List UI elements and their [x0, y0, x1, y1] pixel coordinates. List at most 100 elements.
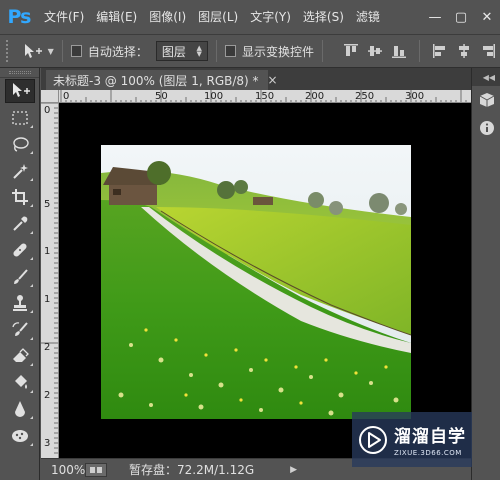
eraser-icon — [13, 348, 29, 363]
paint-bucket-tool[interactable] — [0, 370, 40, 397]
divider — [322, 40, 324, 62]
tools-panel — [0, 68, 40, 480]
window-controls: — ▢ ✕ — [422, 0, 500, 34]
healing-brush-tool[interactable] — [0, 237, 40, 264]
ruler-label: 0 — [44, 105, 50, 116]
rectangular-marquee-icon — [12, 111, 28, 125]
options-bar-grip[interactable] — [6, 40, 12, 62]
eraser-tool[interactable] — [0, 343, 40, 370]
menu-image[interactable]: 图像(I) — [143, 0, 192, 34]
document-info-icon[interactable] — [85, 462, 107, 477]
blur-tool[interactable] — [0, 396, 40, 423]
divider — [61, 40, 63, 62]
chevron-down-icon: ▼ — [47, 46, 54, 56]
sponge-tool[interactable] — [0, 423, 40, 450]
align-right-icon[interactable] — [478, 41, 498, 61]
right-panel-dock: ◀◀ — [471, 68, 500, 480]
sponge-icon — [12, 429, 28, 442]
brush-icon — [14, 269, 28, 284]
site-watermark: 溜溜自学 ZIXUE.3D66.COM — [352, 412, 472, 467]
cube-icon[interactable] — [472, 86, 500, 114]
eyedropper-icon — [13, 216, 28, 231]
ruler-label: 2 — [44, 342, 50, 353]
ruler-label: 300 — [405, 91, 424, 102]
magic-wand-tool[interactable] — [0, 158, 40, 185]
align-bottom-icon[interactable] — [389, 41, 409, 61]
clone-stamp-tool[interactable] — [0, 290, 40, 317]
close-button[interactable]: ✕ — [474, 4, 500, 30]
menu-type[interactable]: 文字(Y) — [244, 0, 297, 34]
magic-wand-icon — [13, 163, 28, 179]
lasso-tool[interactable] — [0, 131, 40, 158]
stamp-icon — [13, 295, 27, 312]
menu-select[interactable]: 选择(S) — [297, 0, 350, 34]
show-transform-checkbox[interactable] — [224, 45, 236, 57]
align-horizontal-center-icon[interactable] — [454, 41, 474, 61]
brush-tool[interactable] — [0, 264, 40, 291]
ruler-label: 200 — [305, 91, 324, 102]
history-brush-icon — [12, 322, 28, 336]
ruler-label: 1 — [44, 294, 50, 305]
document-tab-strip: 未标题-3 @ 100% (图层 1, RGB/8) * × — [41, 68, 471, 90]
crop-icon — [12, 189, 28, 206]
ruler-label: 1 — [44, 246, 50, 257]
close-icon[interactable]: × — [268, 73, 278, 87]
divider — [419, 40, 421, 62]
menu-edit[interactable]: 编辑(E) — [90, 0, 143, 34]
move-tool-icon — [24, 44, 42, 58]
ruler-origin[interactable] — [41, 90, 59, 103]
maximize-button[interactable]: ▢ — [448, 4, 474, 30]
align-buttons — [339, 40, 500, 62]
horizontal-ruler-ticks: 0 50 100 150 200 250 300 — [60, 90, 467, 102]
ruler-label: 250 — [355, 91, 374, 102]
play-logo-icon — [359, 425, 387, 454]
move-tool[interactable] — [0, 78, 40, 105]
ruler-label: 100 — [204, 91, 223, 102]
vertical-ruler-ticks: 0 5 1 1 2 2 3 — [41, 103, 58, 454]
tool-preset-picker[interactable]: ▼ — [22, 43, 54, 59]
vertical-ruler[interactable]: 0 5 1 1 2 2 3 — [41, 103, 59, 458]
horizontal-ruler[interactable]: 0 50 100 150 200 250 300 — [59, 90, 471, 103]
zoom-level[interactable]: 100% — [41, 463, 85, 477]
bandage-icon — [13, 243, 27, 257]
options-bar: ▼ 自动选择： 图层 ▲ ▼ 显示变换控件 — [0, 34, 500, 68]
marquee-tool[interactable] — [0, 105, 40, 132]
menu-filter[interactable]: 滤镜 — [350, 0, 386, 34]
document-tab[interactable]: 未标题-3 @ 100% (图层 1, RGB/8) * × — [46, 70, 278, 90]
eyedropper-tool[interactable] — [0, 211, 40, 238]
document-tab-title: 未标题-3 @ 100% (图层 1, RGB/8) * — [53, 73, 259, 88]
updown-arrows-icon: ▲ ▼ — [196, 44, 202, 58]
menu-file[interactable]: 文件(F) — [38, 0, 90, 34]
crop-tool[interactable] — [0, 184, 40, 211]
ruler-label: 50 — [155, 91, 168, 102]
minimize-button[interactable]: — — [422, 4, 448, 30]
ruler-label: 150 — [255, 91, 274, 102]
divider — [215, 40, 217, 62]
align-vertical-center-icon[interactable] — [365, 41, 385, 61]
info-icon[interactable] — [472, 114, 500, 142]
tools-panel-handle[interactable] — [0, 68, 39, 78]
auto-select-target-value: 图层 — [161, 44, 186, 59]
paint-bucket-icon — [15, 374, 27, 389]
water-drop-icon — [15, 401, 25, 418]
show-transform-label: 显示变换控件 — [242, 44, 315, 59]
watermark-subtitle: ZIXUE.3D66.COM — [394, 449, 462, 457]
auto-select-target-dropdown[interactable]: 图层 ▲ ▼ — [155, 41, 208, 61]
align-top-icon[interactable] — [341, 41, 361, 61]
watermark-title: 溜溜自学 — [394, 427, 466, 447]
menu-layer[interactable]: 图层(L) — [192, 0, 244, 34]
history-brush-tool[interactable] — [0, 317, 40, 344]
ruler-label: 3 — [44, 438, 50, 449]
panel-collapse-icon[interactable]: ◀◀ — [472, 68, 500, 86]
scratch-disk-info: 暂存盘：72.2M/1.12G — [129, 463, 255, 477]
landscape-layer-image — [101, 145, 412, 419]
auto-select-checkbox[interactable] — [70, 45, 82, 57]
document-canvas[interactable] — [59, 103, 471, 458]
status-menu-arrow-icon[interactable]: ▶ — [290, 465, 297, 475]
auto-select-label: 自动选择： — [87, 44, 148, 59]
lasso-icon — [13, 137, 29, 152]
align-left-icon[interactable] — [430, 41, 450, 61]
ruler-label: 5 — [44, 199, 50, 210]
ruler-label: 2 — [44, 390, 50, 401]
photoshop-logo: Ps — [7, 6, 32, 28]
